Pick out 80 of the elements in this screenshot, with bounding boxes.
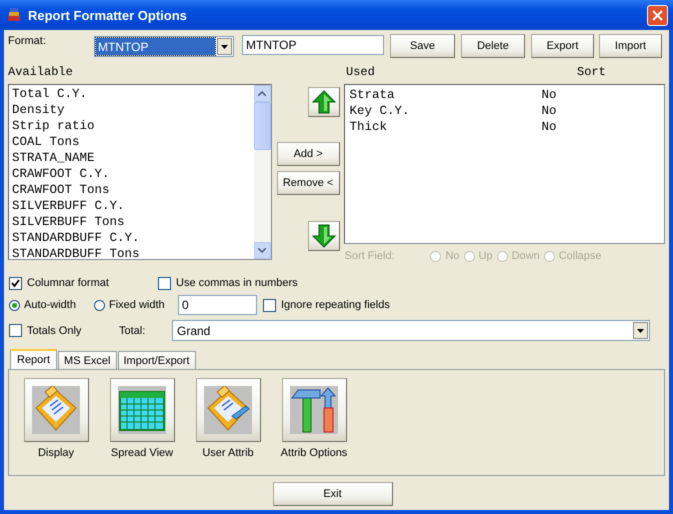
total-label: Total: (119, 324, 146, 336)
tab[interactable]: Report (10, 349, 58, 369)
close-button[interactable] (647, 4, 668, 26)
tool-label: Display (38, 447, 74, 459)
close-icon (652, 10, 663, 20)
checkbox-label: Columnar format (27, 277, 109, 289)
tool-button[interactable] (110, 378, 174, 442)
add-button[interactable]: Add > (276, 142, 340, 166)
toolbar-button[interactable]: Save (390, 34, 455, 58)
radio-button[interactable] (9, 300, 20, 310)
dropdown-arrow-icon (221, 44, 228, 48)
used-field-sort: No (541, 87, 556, 103)
list-item[interactable]: Density (12, 102, 254, 118)
remove-button[interactable]: Remove < (276, 171, 340, 195)
move-down-button[interactable] (308, 221, 340, 251)
move-up-button[interactable] (308, 87, 340, 117)
sort-heading: Sort (577, 66, 606, 78)
clipboard-icon (32, 386, 80, 434)
scroll-down-icon (258, 248, 266, 253)
toolbar-button[interactable]: Export (531, 34, 594, 58)
tool-button[interactable] (196, 378, 260, 442)
list-item[interactable]: Total C.Y. (12, 86, 254, 102)
used-field-sort: No (541, 119, 556, 135)
tab[interactable]: MS Excel (58, 351, 116, 369)
width-field[interactable]: 0 (178, 295, 257, 315)
sort-field-label: Sort Field: (344, 250, 396, 262)
available-heading: Available (8, 66, 74, 78)
total-dropdown[interactable]: Grand (172, 320, 650, 341)
list-item[interactable]: COAL Tons (12, 134, 254, 150)
list-item[interactable]: STRATA_NAME (12, 150, 254, 166)
dropdown-arrow-icon (637, 328, 644, 332)
window-title: Report Formatter Options (28, 8, 188, 22)
tool-label: Spread View (110, 447, 174, 459)
tool-button[interactable] (282, 378, 346, 442)
toolbar-button[interactable]: Delete (461, 34, 525, 58)
list-item[interactable]: SILVERBUFF C.Y. (12, 198, 254, 214)
list-item[interactable]: SILVERBUFF Tons (12, 214, 254, 230)
format-dropdown[interactable]: MTNTOP (94, 36, 234, 57)
radio-label: Up (478, 250, 493, 262)
arrow-up-icon (312, 90, 336, 114)
toolbar-button[interactable]: Import (599, 34, 662, 58)
radio-button[interactable] (94, 300, 105, 310)
list-item[interactable]: CRAWFOOT Tons (12, 182, 254, 198)
used-heading: Used (346, 66, 376, 78)
format-label: Format: (8, 34, 47, 49)
tool-button[interactable] (24, 378, 88, 442)
radio-label: Auto-width (24, 299, 76, 311)
tab[interactable]: Import/Export (118, 351, 196, 369)
radio-label: Fixed width (109, 299, 165, 311)
format-name-field[interactable]: MTNTOP (242, 35, 384, 55)
list-item[interactable]: STANDARDBUFF C.Y. (12, 230, 254, 246)
hammer-tools-icon (290, 386, 338, 434)
radio-label: Down (512, 250, 540, 262)
spreadsheet-icon (118, 386, 166, 434)
used-field-sort: No (541, 103, 556, 119)
checkbox[interactable] (9, 276, 22, 290)
arrow-down-icon (312, 224, 336, 248)
clipboard-pen-icon (204, 386, 252, 434)
radio-label: No (445, 250, 460, 262)
list-item[interactable]: CRAWFOOT C.Y. (12, 166, 254, 182)
checkbox[interactable] (9, 324, 22, 337)
list-item[interactable]: STANDARDBUFF Tons (12, 246, 254, 259)
checkbox[interactable] (158, 276, 171, 290)
tool-label: User Attrib (202, 447, 254, 459)
app-icon (6, 7, 22, 23)
used-field-name[interactable]: Key C.Y. (349, 103, 542, 119)
available-list[interactable]: Total C.Y. Density Strip ratio COAL Tons STRATA_NAME CRAWFOOT C.Y. CRAWFOOT Tons SILVERBUFF C.Y. SILVERBUFF Tons STANDARDBUFF C.Y. STANDARDBUFF Tons (8, 84, 272, 260)
used-list[interactable]: Strata No Key C.Y. No Thick No (344, 84, 665, 244)
checkbox-label: Ignore repeating fields (281, 299, 390, 311)
list-item[interactable]: Strip ratio (12, 118, 254, 134)
radio-label: Collapse (558, 250, 602, 262)
scrollbar[interactable] (254, 85, 271, 259)
checkbox-label: Totals Only (27, 324, 82, 336)
used-field-name[interactable]: Thick (349, 119, 542, 135)
checkbox[interactable] (263, 298, 276, 312)
tool-label: Attrib Options (280, 447, 348, 459)
checkbox-label: Use commas in numbers (176, 277, 298, 289)
exit-button[interactable]: Exit (272, 482, 392, 506)
scroll-up-icon (258, 91, 266, 96)
used-field-name[interactable]: Strata (349, 87, 542, 103)
